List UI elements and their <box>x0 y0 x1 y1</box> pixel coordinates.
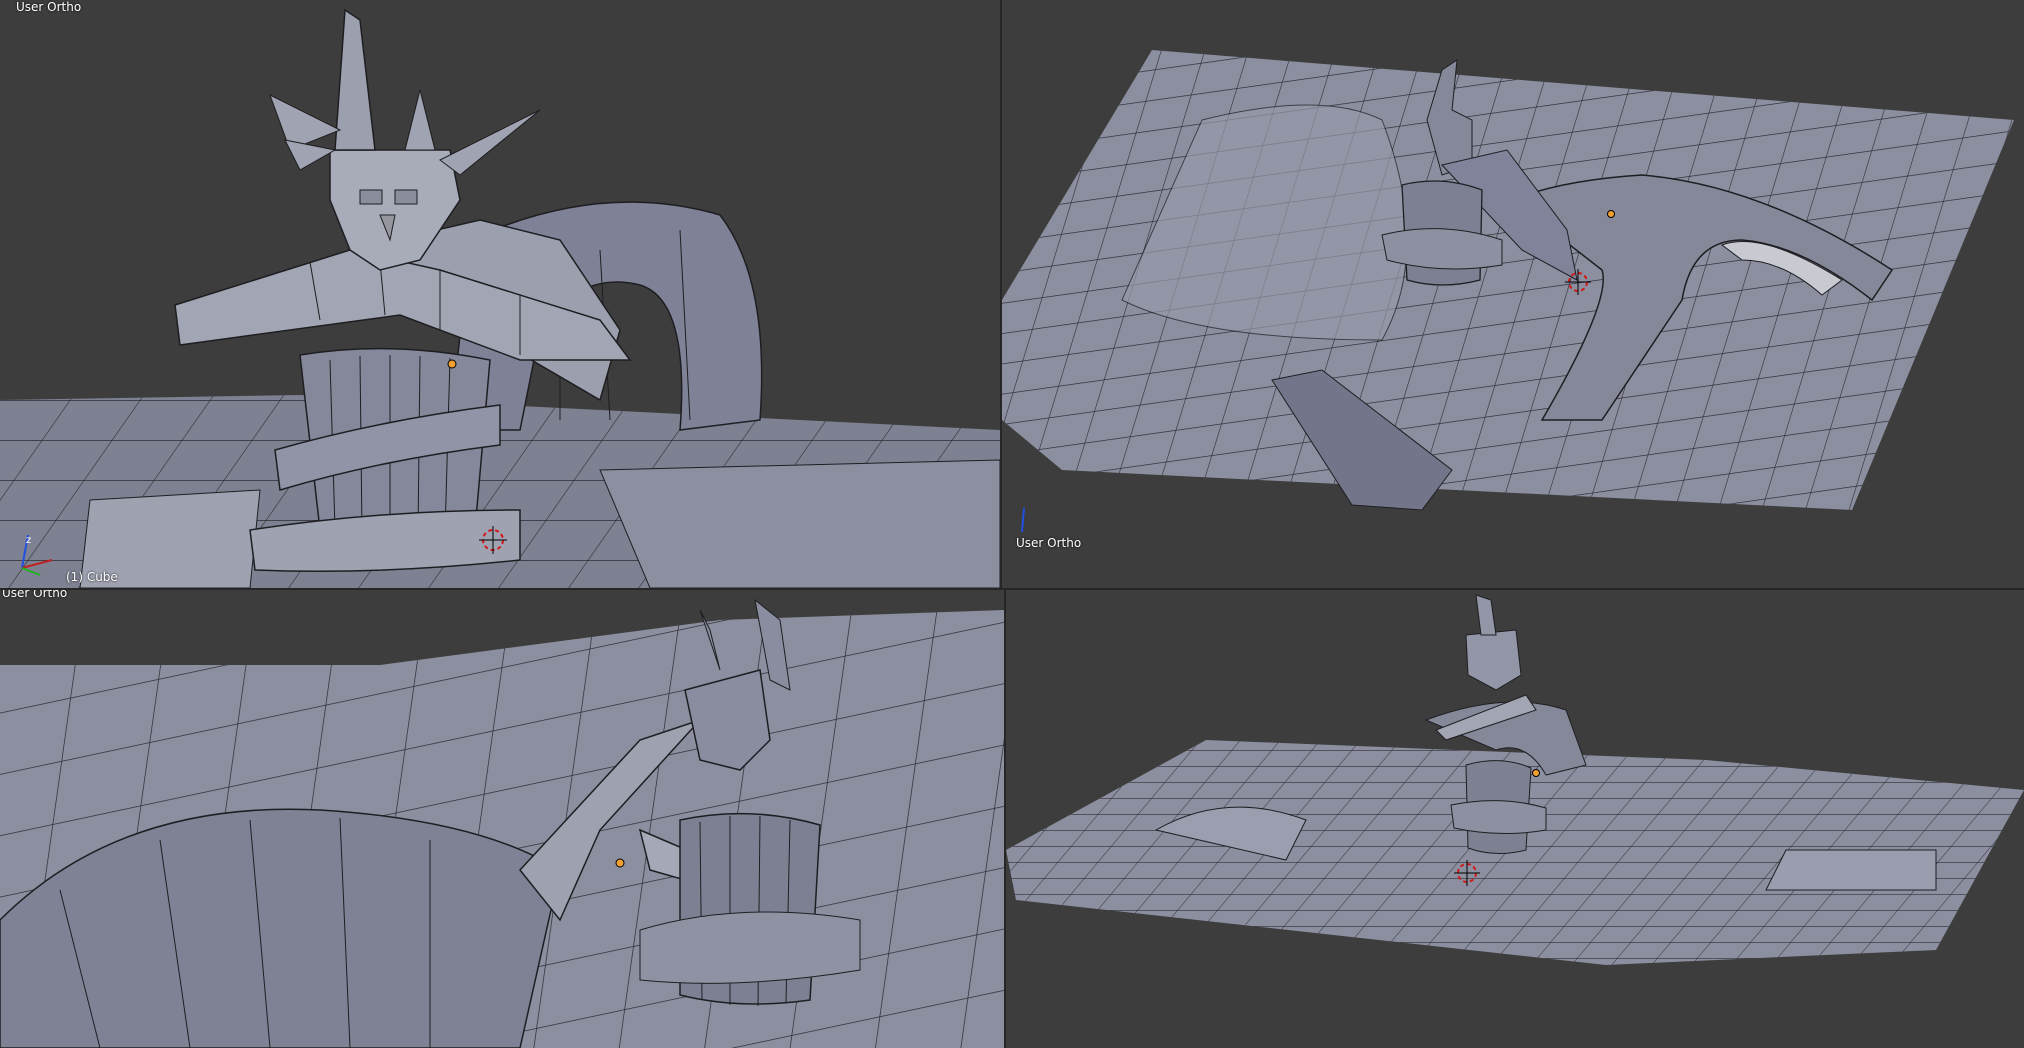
viewport-label: User Ortho <box>2 590 68 600</box>
object-origin-icon <box>615 858 625 868</box>
scene-render <box>0 590 1004 1048</box>
statue-head <box>1465 629 1522 691</box>
viewport-bottom-right[interactable] <box>1006 590 2024 1048</box>
scene-render: z <box>0 8 1000 588</box>
object-origin-icon <box>1532 769 1540 777</box>
viewport-top-right[interactable]: User Ortho <box>1002 0 2024 588</box>
vertical-splitter-top[interactable] <box>1000 0 1002 588</box>
object-info-label: (1) Cube <box>66 570 118 584</box>
xyz-axis-icon <box>1021 507 1025 533</box>
viewport-label: User Ortho <box>16 0 82 14</box>
viewport-top-left[interactable]: z User Ortho (1) Cube <box>0 0 1000 588</box>
object-origin-icon <box>1607 210 1615 218</box>
svg-text:z: z <box>26 535 31 546</box>
viewport-bottom-left[interactable]: User Ortho <box>0 590 1004 1048</box>
horizontal-splitter[interactable] <box>0 588 2024 590</box>
scene-render <box>1006 594 2024 965</box>
object-origin-icon <box>447 359 457 369</box>
vertical-splitter-bottom[interactable] <box>1004 590 1006 1048</box>
scene-render <box>1002 50 2014 533</box>
viewport-label: User Ortho <box>1016 536 1082 550</box>
